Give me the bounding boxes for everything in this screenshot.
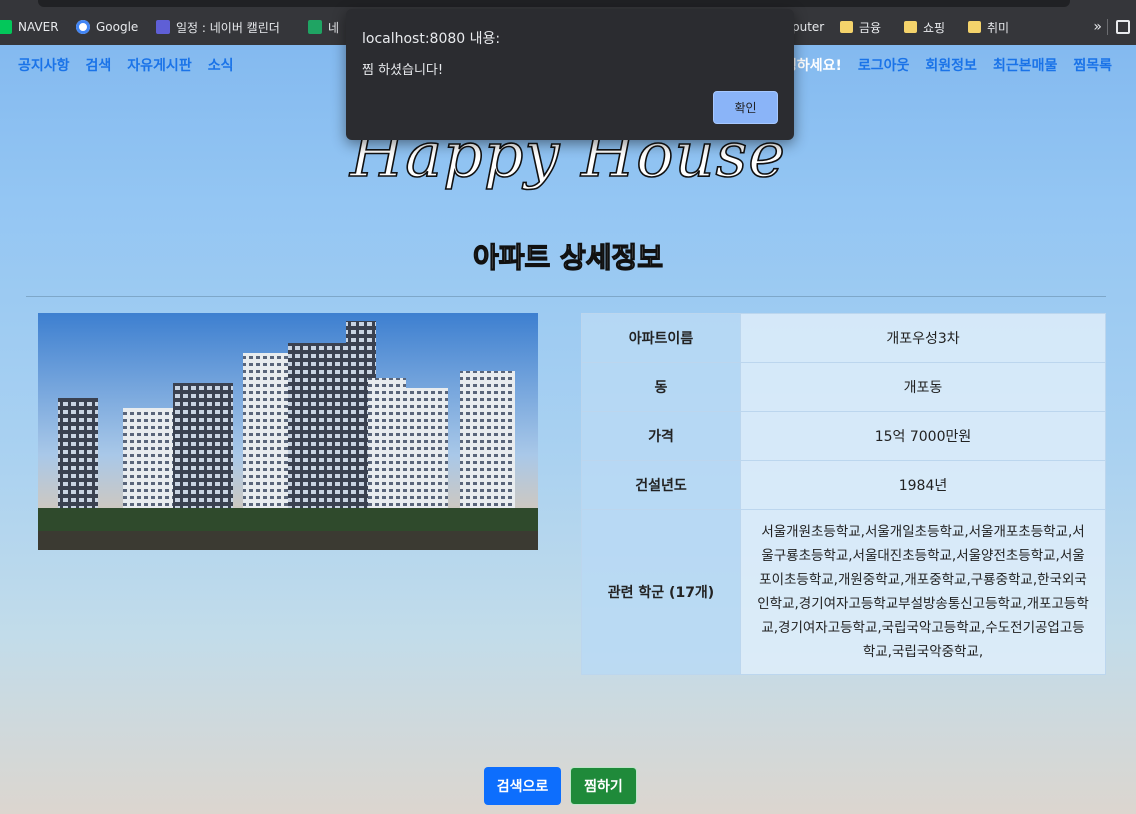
table-row: 관련 학군 (17개) 서울개원초등학교,서울개일초등학교,서울개포초등학교,서… — [581, 509, 1106, 675]
favorites-link[interactable]: 찜목록 — [1073, 55, 1112, 75]
sheets-icon — [308, 20, 322, 34]
folder-icon — [840, 21, 853, 33]
section-divider — [26, 296, 1106, 297]
alert-origin: localhost:8080 내용: — [362, 31, 501, 47]
folder-icon — [904, 21, 917, 33]
bookmark-label: 쇼핑 — [923, 20, 946, 35]
reading-list-icon[interactable] — [1116, 20, 1130, 34]
folder-icon — [968, 21, 981, 33]
detail-label: 아파트이름 — [581, 313, 741, 363]
alert-message: 찜 하셨습니다! — [362, 63, 444, 78]
table-row: 건설년도 1984년 — [581, 460, 1106, 510]
bookmark-folder-computer[interactable]: puter — [792, 9, 824, 45]
detail-label: 관련 학군 (17개) — [581, 509, 741, 675]
bookmark-label: 네 — [328, 20, 340, 35]
bookmark-label: NAVER — [18, 20, 59, 34]
bookmark-label: 취미 — [987, 20, 1010, 35]
nav-notice-link[interactable]: 공지사항 — [18, 55, 70, 75]
school-list-value: 서울개원초등학교,서울개일초등학교,서울개포초등학교,서울구룡초등학교,서울대진… — [740, 509, 1106, 675]
detail-label: 가격 — [581, 411, 741, 461]
google-icon — [76, 20, 90, 34]
member-info-link[interactable]: 회원정보 — [925, 55, 977, 75]
bookmark-sheets[interactable]: 네 — [308, 9, 339, 45]
bookmark-label: Google — [96, 20, 139, 34]
detail-label: 건설년도 — [581, 460, 741, 510]
detail-value: 1984년 — [740, 460, 1106, 510]
bookmark-naver[interactable]: NAVER — [0, 9, 59, 45]
detail-value: 15억 7000만원 — [740, 411, 1106, 461]
table-row: 가격 15억 7000만원 — [581, 411, 1106, 461]
bookmark-folder-shopping[interactable]: 쇼핑 — [904, 9, 945, 45]
calendar-icon — [156, 20, 170, 34]
detail-value: 개포동 — [740, 362, 1106, 412]
add-favorite-button[interactable]: 찜하기 — [570, 767, 637, 805]
address-bar[interactable] — [38, 0, 1070, 7]
apartment-photo — [38, 313, 538, 550]
bookmark-google[interactable]: Google — [76, 9, 138, 45]
bookmark-folder-finance[interactable]: 금융 — [840, 9, 881, 45]
alert-dialog: localhost:8080 내용: 찜 하셨습니다! 확인 — [346, 9, 794, 140]
table-row: 아파트이름 개포우성3차 — [581, 313, 1106, 363]
table-row: 동 개포동 — [581, 362, 1106, 412]
bookmarks-divider — [1107, 19, 1108, 35]
browser-tab-strip — [0, 0, 1136, 9]
bookmark-label: 일정 : 네이버 캘린더 — [176, 20, 280, 35]
nav-search-link[interactable]: 검색 — [86, 55, 112, 75]
alert-ok-button[interactable]: 확인 — [713, 91, 778, 124]
nav-news-link[interactable]: 소식 — [208, 55, 234, 75]
detail-value: 개포우성3차 — [740, 313, 1106, 363]
apartment-detail-table: 아파트이름 개포우성3차 동 개포동 가격 15억 7000만원 건설년도 19… — [581, 313, 1106, 675]
main-nav: 공지사항 검색 자유게시판 소식 — [18, 55, 233, 75]
nav-board-link[interactable]: 자유게시판 — [127, 55, 191, 75]
naver-icon — [0, 20, 12, 34]
detail-label: 동 — [581, 362, 741, 412]
user-nav: 녕하세요! 로그아웃 회원정보 최근본매물 찜목록 — [784, 55, 1112, 75]
recent-listings-link[interactable]: 최근본매물 — [993, 55, 1057, 75]
back-to-search-button[interactable]: 검색으로 — [484, 767, 561, 805]
logout-link[interactable]: 로그아웃 — [858, 55, 910, 75]
bookmark-label: 금융 — [859, 20, 882, 35]
bookmark-label: puter — [792, 20, 825, 34]
bookmarks-overflow-button[interactable]: » — [1093, 9, 1102, 45]
bookmark-calendar[interactable]: 일정 : 네이버 캘린더 — [156, 9, 280, 45]
page-title: 아파트 상세정보 — [472, 240, 664, 274]
bookmark-folder-hobby[interactable]: 취미 — [968, 9, 1009, 45]
